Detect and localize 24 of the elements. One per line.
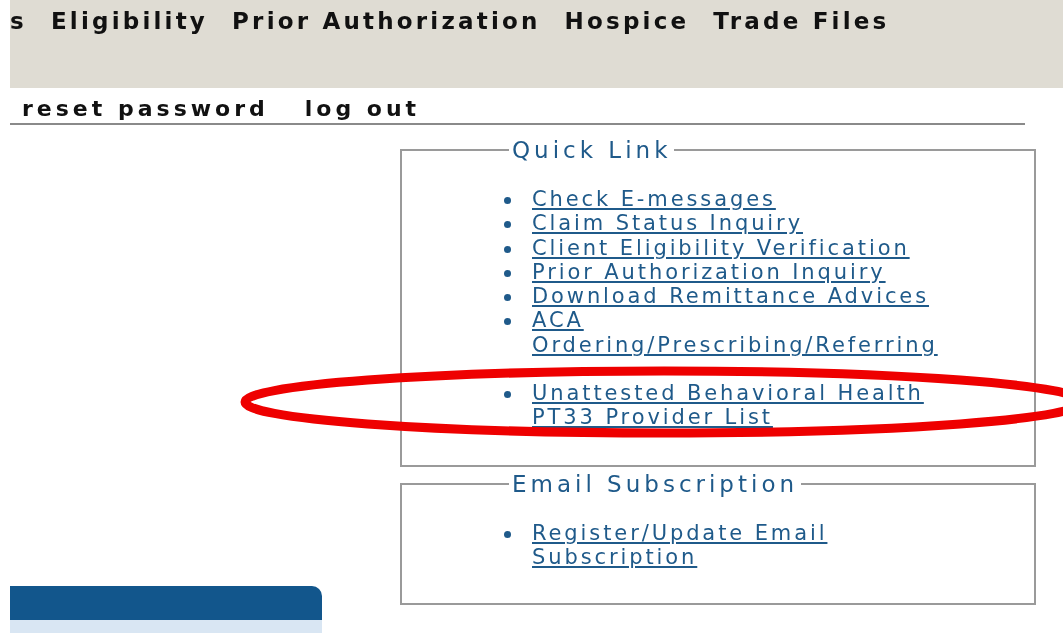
bullet-icon [504,245,511,253]
nav-link[interactable]: Eligibility [50,8,209,34]
bullet-icon [504,318,511,326]
bullet-icon [504,197,511,204]
section-title: Quick Link [511,137,673,163]
bullet-icon [504,531,511,538]
nav-link[interactable]: Hospice [564,8,690,34]
quick-link[interactable]: Download Remittance Advices [532,284,929,309]
quick-link[interactable]: Register/Update Email Subscription [532,521,992,570]
quick-link[interactable]: Check E-messages [532,187,776,212]
quick-link[interactable]: Claim Status Inquiry [532,211,803,236]
account-link[interactable]: reset password [22,96,269,121]
section-title: Email Subscription [511,471,800,497]
bullet-icon [504,269,511,277]
bullet-icon [504,294,511,302]
nav-link[interactable]: Trade Files [713,8,890,34]
nav-link[interactable]: s [10,8,27,34]
quick-link[interactable]: Prior Authorization Inquiry [532,259,886,285]
bullet-icon [504,221,511,229]
quick-link[interactable]: ACA Ordering/Prescribing/Referring [532,308,992,358]
quick-link[interactable]: Client Eligibility Verification [532,235,910,260]
bullet-icon [504,391,511,399]
account-link[interactable]: log out [304,96,421,121]
nav-link[interactable]: Prior Authorization [232,8,541,34]
